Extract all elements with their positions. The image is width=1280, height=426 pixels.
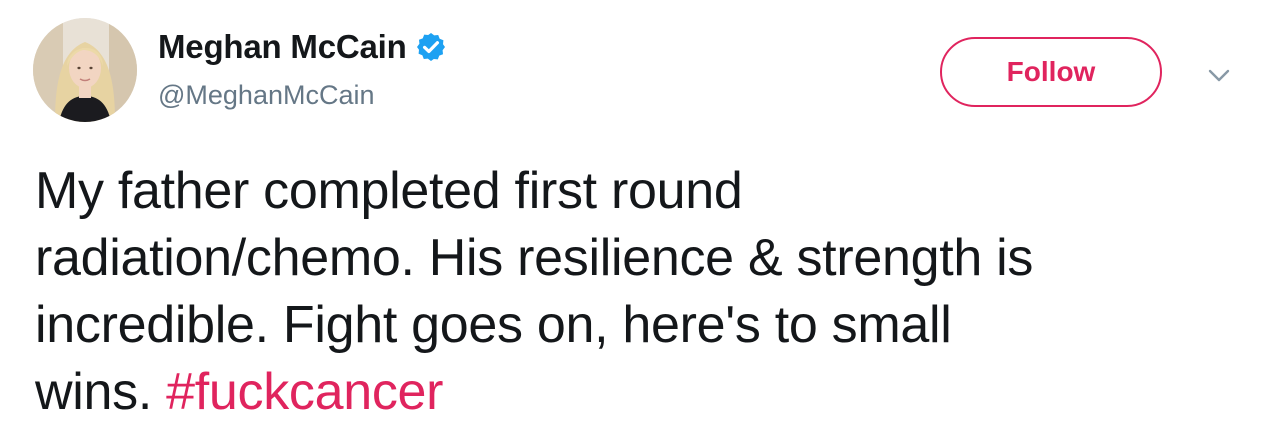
- profile-photo-icon: [33, 18, 137, 122]
- name-row: Meghan McCain: [158, 28, 447, 66]
- user-handle[interactable]: @MeghanMcCain: [158, 80, 375, 111]
- tweet-text-line: incredible. Fight goes on, here's to sma…: [35, 296, 952, 354]
- tweet-text-fragment: wins.: [35, 363, 167, 421]
- display-name[interactable]: Meghan McCain: [158, 28, 407, 66]
- hashtag-link[interactable]: #fuckcancer: [166, 363, 443, 421]
- avatar[interactable]: [33, 18, 137, 122]
- follow-button[interactable]: Follow: [940, 37, 1162, 107]
- chevron-down-icon[interactable]: [1204, 60, 1234, 90]
- tweet-text-line-last: wins. #fuckcancer: [35, 359, 1255, 426]
- tweet-card: Meghan McCain @MeghanMcCain Follow My fa…: [0, 0, 1280, 426]
- verified-badge-icon: [416, 33, 445, 61]
- tweet-text-line: My father completed first round: [35, 162, 743, 220]
- tweet-text: My father completed first round radiatio…: [35, 158, 1255, 426]
- tweet-text-line: radiation/chemo. His resilience & streng…: [35, 229, 1034, 287]
